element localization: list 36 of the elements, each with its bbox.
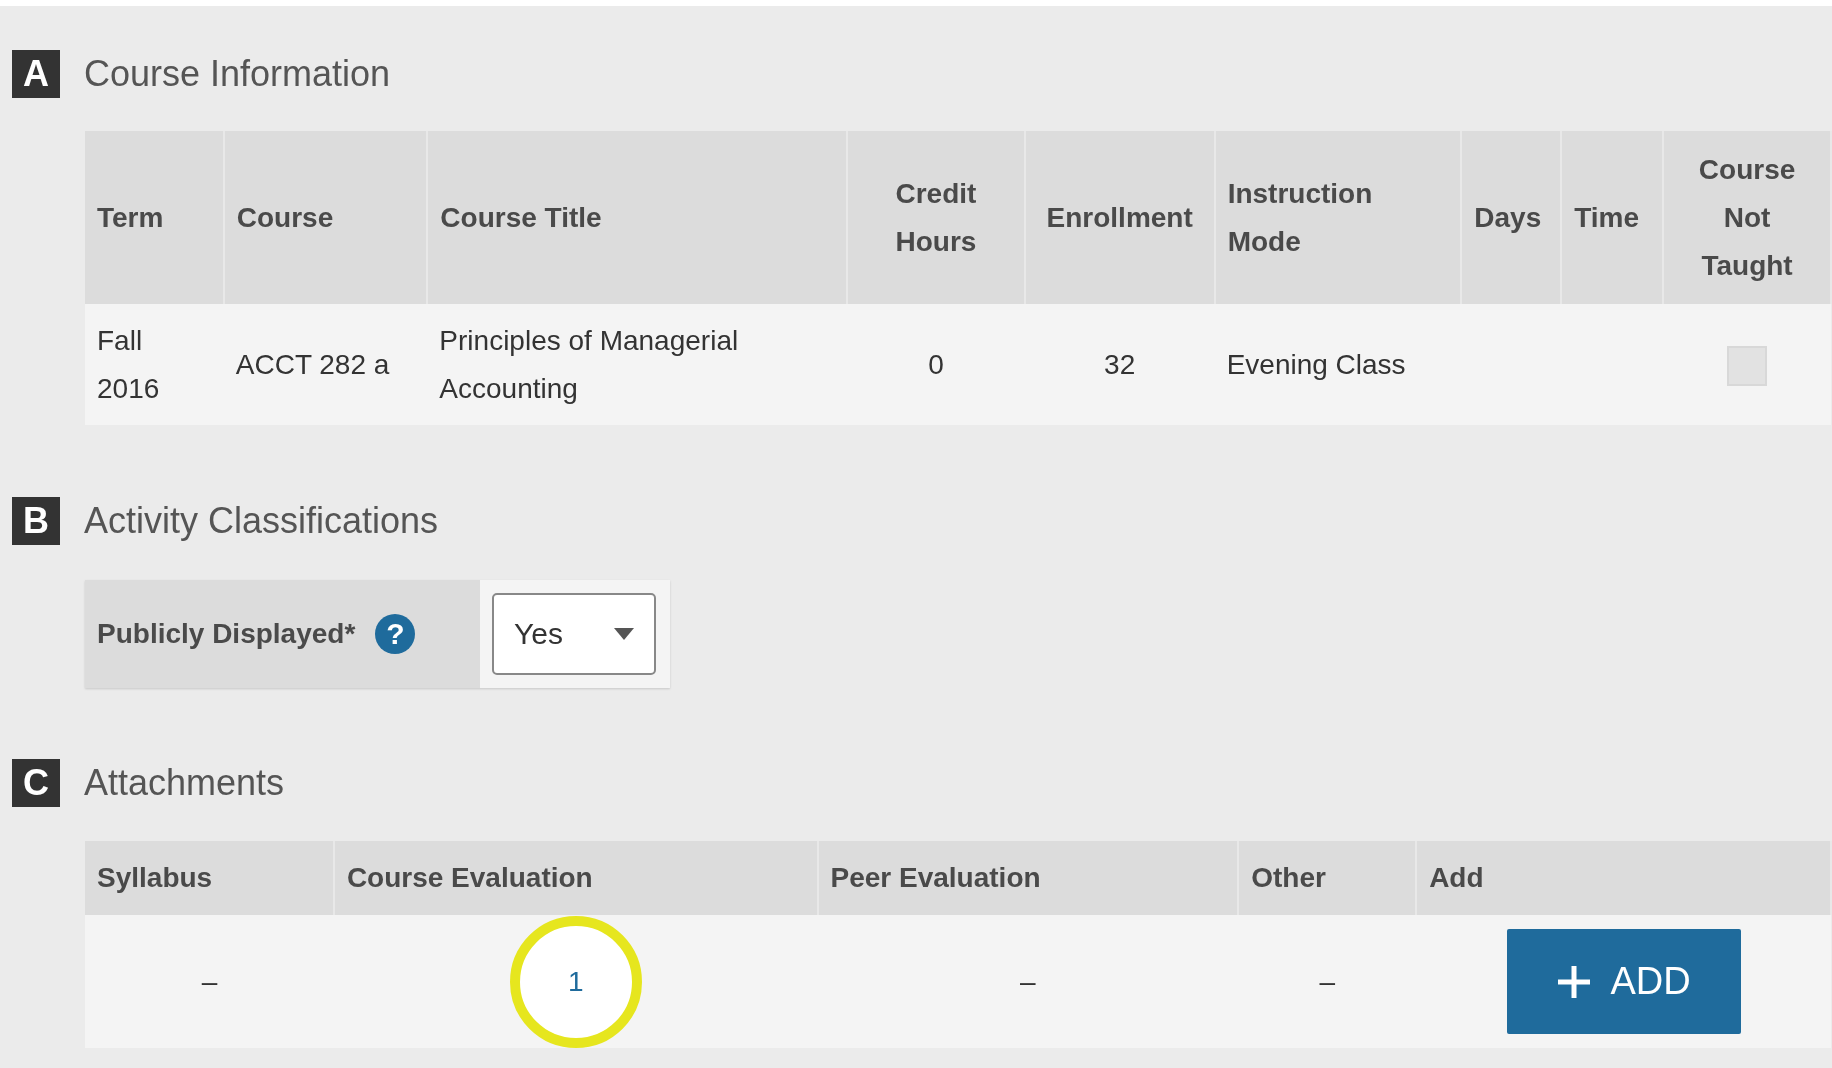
help-icon[interactable]: ?	[375, 614, 416, 654]
column-header: Course	[223, 131, 428, 304]
column-header: Instruction Mode	[1214, 131, 1462, 304]
field-label: Publicly Displayed*	[97, 618, 356, 650]
section-badge: B	[12, 497, 60, 545]
column-header: Peer Evaluation	[817, 841, 1239, 915]
add-button[interactable]: ADD	[1506, 929, 1741, 1034]
section-title: Activity Classifications	[84, 500, 439, 542]
dropdown[interactable]: Yes	[492, 593, 656, 675]
table-cell: –	[817, 915, 1239, 1048]
table-cell: –	[85, 915, 334, 1048]
column-header: Add	[1416, 841, 1831, 915]
attachment-count-link[interactable]: 1	[567, 965, 584, 997]
column-header: Course Not Taught	[1663, 131, 1831, 304]
table-cell: Fall 2016	[85, 304, 224, 425]
column-header: Term	[85, 131, 224, 304]
caret-icon	[614, 628, 634, 640]
column-header: Credit Hours	[847, 131, 1025, 304]
section-title: Attachments	[84, 762, 285, 804]
section-badge: A	[12, 50, 60, 98]
column-header: Course Evaluation	[333, 841, 818, 915]
table-cell: Evening Class	[1214, 304, 1462, 425]
table-cell: ACCT 282 a	[223, 304, 428, 425]
section-title: Course Information	[84, 53, 391, 95]
table-cell: Principles of Managerial Accounting	[427, 304, 848, 425]
table-cell: 32	[1024, 304, 1215, 425]
plus-icon	[1556, 963, 1593, 1000]
column-header: Other	[1238, 841, 1417, 915]
column-header: Enrollment	[1024, 131, 1215, 304]
table-cell: 0	[847, 304, 1025, 425]
column-header: Syllabus	[85, 841, 334, 915]
table-cell: –	[1238, 915, 1417, 1048]
column-header: Days	[1461, 131, 1562, 304]
section-badge: C	[12, 759, 60, 807]
column-header: Time	[1561, 131, 1664, 304]
column-header: Course Title	[427, 131, 848, 304]
